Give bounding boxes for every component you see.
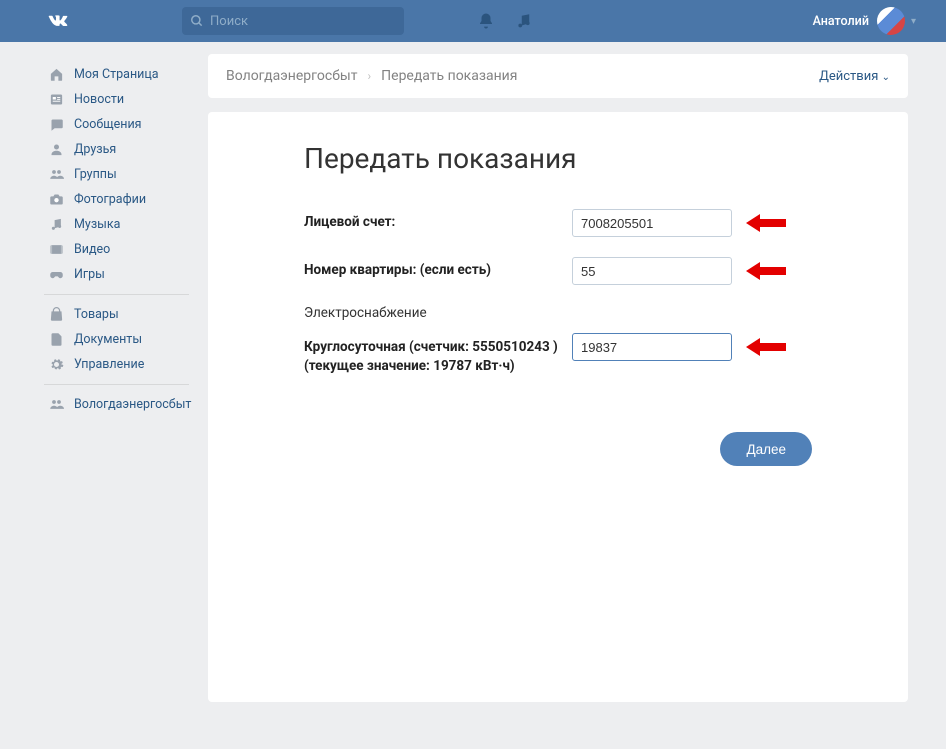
gear-icon	[46, 357, 66, 372]
actions-dropdown[interactable]: Действия ⌄	[819, 69, 890, 84]
search-placeholder: Поиск	[210, 14, 248, 29]
groups-icon	[46, 167, 66, 182]
sidebar-label: Новости	[74, 92, 124, 107]
sidebar-item-market[interactable]: Товары	[44, 302, 204, 327]
next-button[interactable]: Далее	[720, 432, 812, 466]
account-label: Лицевой счет:	[304, 209, 572, 230]
meter-input[interactable]	[572, 333, 732, 361]
sidebar-item-games[interactable]: Игры	[44, 262, 204, 287]
search-input-wrap[interactable]: Поиск	[182, 7, 404, 35]
meter-label: Круглосуточная (счетчик: 5550510243 ) (т…	[304, 333, 572, 376]
arrow-annotation	[746, 262, 786, 280]
arrow-annotation	[746, 214, 786, 232]
breadcrumb-root[interactable]: Вологдаэнергосбыт	[226, 68, 358, 84]
sidebar-item-photos[interactable]: Фотографии	[44, 187, 204, 212]
notifications-icon[interactable]	[477, 12, 495, 30]
breadcrumb-current: Передать показания	[381, 68, 517, 84]
camera-icon	[46, 192, 66, 207]
sidebar-label: Группы	[74, 167, 117, 182]
form-panel: Передать показания Лицевой счет: Номер к…	[208, 112, 908, 702]
sidebar-separator	[44, 294, 189, 295]
apartment-label: Номер квартиры: (если есть)	[304, 257, 572, 278]
content: Вологдаэнергосбыт › Передать показания Д…	[208, 54, 908, 702]
sidebar-item-video[interactable]: Видео	[44, 237, 204, 262]
sidebar: Моя Страница Новости Сообщения Друзья Гр…	[44, 54, 204, 702]
music-icon[interactable]	[515, 12, 533, 30]
sidebar-label: Документы	[74, 332, 142, 347]
avatar	[877, 7, 905, 35]
document-icon	[46, 332, 66, 347]
sidebar-label: Сообщения	[74, 117, 142, 132]
news-icon	[46, 92, 66, 107]
friends-icon	[46, 142, 66, 157]
page-title: Передать показания	[304, 142, 812, 175]
breadcrumb-separator: ›	[368, 69, 372, 83]
apartment-input[interactable]	[572, 257, 732, 285]
breadcrumb: Вологдаэнергосбыт › Передать показания Д…	[208, 54, 908, 98]
sidebar-separator	[44, 384, 189, 385]
music-note-icon	[46, 217, 66, 232]
sidebar-item-groups[interactable]: Группы	[44, 162, 204, 187]
sidebar-item-messages[interactable]: Сообщения	[44, 112, 204, 137]
supply-section-label: Электроснабжение	[304, 305, 812, 321]
topbar: Поиск Анатолий ▾	[0, 0, 946, 42]
bag-icon	[46, 307, 66, 322]
gamepad-icon	[46, 267, 66, 282]
user-menu[interactable]: Анатолий ▾	[813, 7, 916, 35]
sidebar-item-music[interactable]: Музыка	[44, 212, 204, 237]
sidebar-label: Товары	[74, 307, 119, 322]
sidebar-label: Управление	[74, 357, 144, 372]
video-icon	[46, 242, 66, 257]
home-icon	[46, 67, 66, 82]
sidebar-label: Вологдаэнергосбыт	[74, 397, 191, 412]
account-input[interactable]	[572, 209, 732, 237]
chevron-down-icon: ▾	[911, 16, 916, 27]
search-icon	[190, 14, 204, 28]
messages-icon	[46, 117, 66, 132]
vk-logo[interactable]	[44, 7, 72, 35]
sidebar-item-documents[interactable]: Документы	[44, 327, 204, 352]
sidebar-label: Фотографии	[74, 192, 146, 207]
sidebar-label: Моя Страница	[74, 67, 159, 82]
sidebar-label: Друзья	[74, 142, 116, 157]
sidebar-item-news[interactable]: Новости	[44, 87, 204, 112]
sidebar-item-manage[interactable]: Управление	[44, 352, 204, 377]
sidebar-label: Видео	[74, 242, 110, 257]
sidebar-item-community[interactable]: Вологдаэнергосбыт	[44, 392, 204, 417]
sidebar-label: Игры	[74, 267, 105, 282]
sidebar-item-my-page[interactable]: Моя Страница	[44, 62, 204, 87]
chevron-down-icon: ⌄	[882, 72, 890, 83]
arrow-annotation	[746, 338, 786, 356]
sidebar-item-friends[interactable]: Друзья	[44, 137, 204, 162]
username: Анатолий	[813, 14, 869, 29]
sidebar-label: Музыка	[74, 217, 120, 232]
community-icon	[46, 397, 66, 412]
